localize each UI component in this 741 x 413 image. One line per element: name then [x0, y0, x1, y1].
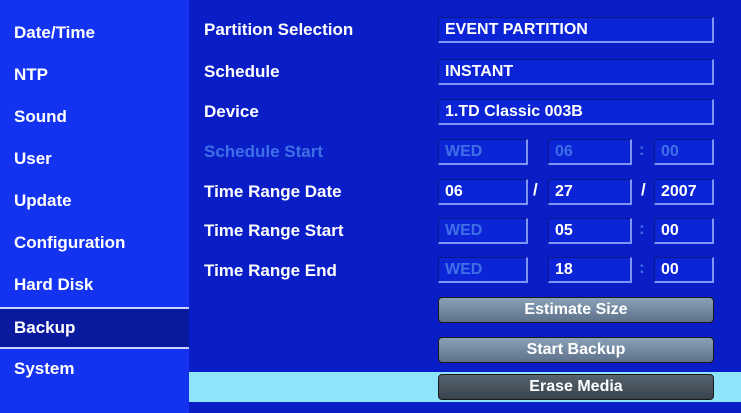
schedule-start-label: Schedule Start: [204, 142, 324, 161]
time-range-end-minute-field[interactable]: 00: [654, 257, 714, 283]
partition-selection-field[interactable]: EVENT PARTITION: [438, 17, 714, 43]
time-range-date-month-field[interactable]: 06: [438, 179, 528, 205]
bottom-band: [189, 402, 741, 413]
time-range-end-label: Time Range End: [204, 261, 337, 280]
time-range-start-label: Time Range Start: [204, 221, 344, 240]
device-field[interactable]: 1.TD Classic 003B: [438, 99, 714, 125]
time-range-start-day-field[interactable]: WED: [438, 218, 528, 244]
time-range-start-colon: :: [639, 219, 645, 238]
time-range-start-minute-field[interactable]: 00: [654, 218, 714, 244]
sidebar-item-configuration[interactable]: Configuration: [0, 222, 189, 264]
sidebar-item-update[interactable]: Update: [0, 180, 189, 222]
sidebar-item-backup[interactable]: Backup: [0, 307, 189, 349]
start-backup-button[interactable]: Start Backup: [438, 337, 714, 363]
sidebar-menu: Date/Time NTP Sound User Update Configur…: [0, 0, 189, 413]
time-range-date-year-field[interactable]: 2007: [654, 179, 714, 205]
schedule-start-colon: :: [639, 140, 645, 159]
estimate-size-button[interactable]: Estimate Size: [438, 297, 714, 323]
schedule-start-hour-field: 06: [548, 139, 632, 165]
time-range-date-slash-2: /: [641, 180, 646, 199]
time-range-end-day-field[interactable]: WED: [438, 257, 528, 283]
sidebar-item-ntp[interactable]: NTP: [0, 54, 189, 96]
erase-media-button[interactable]: Erase Media: [438, 374, 714, 400]
time-range-end-hour-field[interactable]: 18: [548, 257, 632, 283]
partition-selection-label: Partition Selection: [204, 20, 354, 39]
time-range-start-hour-field[interactable]: 05: [548, 218, 632, 244]
time-range-date-day-field[interactable]: 27: [548, 179, 632, 205]
device-label: Device: [204, 102, 259, 121]
schedule-label: Schedule: [204, 62, 280, 81]
sidebar-item-system[interactable]: System: [0, 348, 189, 390]
sidebar-item-date-time[interactable]: Date/Time: [0, 12, 189, 54]
sidebar-item-user[interactable]: User: [0, 138, 189, 180]
time-range-date-label: Time Range Date: [204, 182, 342, 201]
schedule-start-minute-field: 00: [654, 139, 714, 165]
sidebar-item-sound[interactable]: Sound: [0, 96, 189, 138]
schedule-start-day-field: WED: [438, 139, 528, 165]
sidebar-item-hard-disk[interactable]: Hard Disk: [0, 264, 189, 306]
time-range-end-colon: :: [639, 258, 645, 277]
time-range-date-slash-1: /: [533, 180, 538, 199]
schedule-field[interactable]: INSTANT: [438, 59, 714, 85]
